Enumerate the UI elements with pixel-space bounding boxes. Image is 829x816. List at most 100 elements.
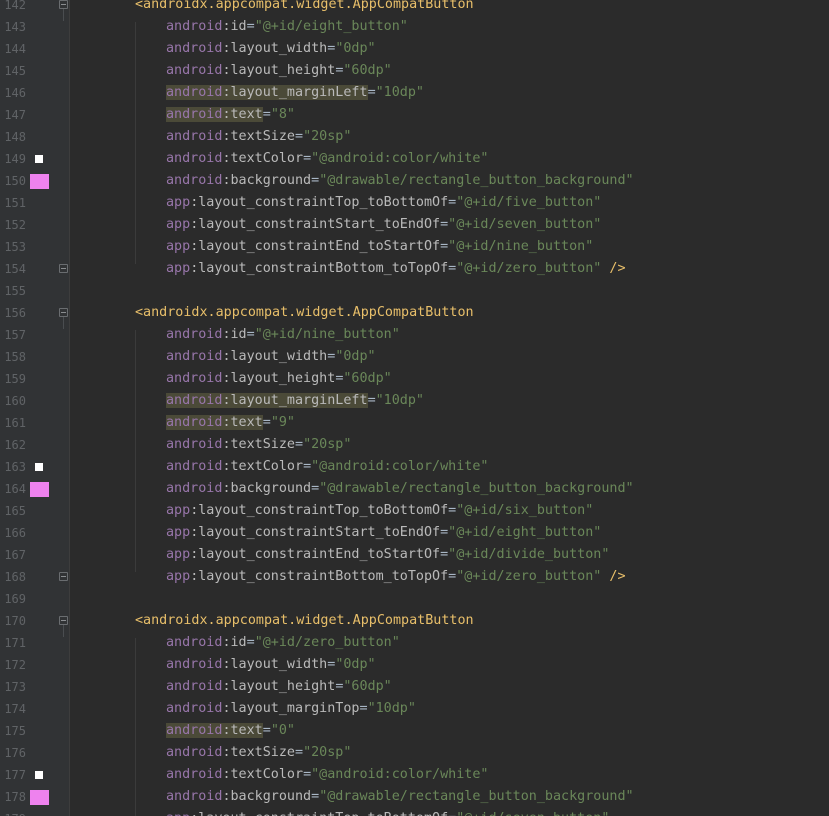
code-text: android:text="0": [166, 720, 295, 742]
line-number: 156: [4, 306, 26, 320]
code-line[interactable]: 165 app:layout_constraintTop_toBottomOf="…: [0, 500, 829, 522]
code-token: =: [311, 481, 320, 496]
color-swatch-icon[interactable]: [30, 482, 49, 497]
code-line[interactable]: 143 android:id="@+id/eight_button": [0, 16, 829, 38]
code-token: app: [166, 261, 191, 276]
fold-collapse-icon[interactable]: [59, 308, 68, 329]
code-line[interactable]: 147 android:text="8": [0, 104, 829, 126]
code-token: android: [166, 657, 223, 672]
fold-collapse-icon[interactable]: [59, 0, 68, 21]
line-number: 146: [4, 86, 26, 100]
code-line[interactable]: 169: [0, 588, 829, 610]
code-line[interactable]: 148 android:textSize="20sp": [0, 126, 829, 148]
fold-end-icon[interactable]: [59, 264, 68, 273]
color-swatch-icon[interactable]: [35, 155, 43, 163]
code-token: "0dp": [335, 657, 376, 672]
code-token: "@drawable/rectangle_button_background": [319, 173, 634, 188]
code-line[interactable]: 173 android:layout_height="60dp": [0, 676, 829, 698]
code-token: android: [166, 107, 223, 122]
code-token: =: [246, 19, 255, 34]
code-line[interactable]: 144 android:layout_width="0dp": [0, 38, 829, 60]
code-token: :layout_constraintTop_toBottomOf: [190, 503, 449, 518]
color-swatch-icon[interactable]: [35, 463, 43, 471]
code-line[interactable]: 167 app:layout_constraintEnd_toStartOf="@…: [0, 544, 829, 566]
code-token: android: [166, 19, 223, 34]
color-swatch-icon[interactable]: [30, 174, 49, 189]
line-number: 159: [4, 372, 26, 386]
code-token: android: [166, 679, 223, 694]
code-token: "@android:color/white": [311, 459, 489, 474]
code-text: android:layout_marginLeft="10dp": [166, 82, 424, 104]
code-line[interactable]: 161 android:text="9": [0, 412, 829, 434]
code-token: <androidx.appcompat.widget.AppCompatButt…: [135, 305, 474, 320]
code-line[interactable]: 159 android:layout_height="60dp": [0, 368, 829, 390]
code-line[interactable]: 179 app:layout_constraintTop_toBottomOf="…: [0, 808, 829, 816]
code-line[interactable]: 158 android:layout_width="0dp": [0, 346, 829, 368]
code-token: :layout_constraintStart_toEndOf: [190, 525, 441, 540]
code-line[interactable]: 164 android:background="@drawable/rectang…: [0, 478, 829, 500]
line-number: 164: [4, 482, 26, 496]
line-number: 166: [4, 526, 26, 540]
code-line[interactable]: 174 android:layout_marginTop="10dp": [0, 698, 829, 720]
code-line[interactable]: 146 android:layout_marginLeft="10dp": [0, 82, 829, 104]
code-line[interactable]: 166 app:layout_constraintStart_toEndOf="@…: [0, 522, 829, 544]
code-token: android: [166, 723, 223, 738]
code-line[interactable]: 175 android:text="0": [0, 720, 829, 742]
code-token: "0dp": [335, 349, 376, 364]
code-token: =: [311, 173, 320, 188]
code-line[interactable]: 152 app:layout_constraintStart_toEndOf="@…: [0, 214, 829, 236]
code-token: android: [166, 481, 223, 496]
code-line[interactable]: 153 app:layout_constraintEnd_toStartOf="@…: [0, 236, 829, 258]
line-number: 147: [4, 108, 26, 122]
code-line[interactable]: 177 android:textColor="@android:color/whi…: [0, 764, 829, 786]
code-line[interactable]: 156 <androidx.appcompat.widget.AppCompatB…: [0, 302, 829, 329]
code-line[interactable]: 168 app:layout_constraintBottom_toTopOf="…: [0, 566, 829, 588]
code-line[interactable]: 142 <androidx.appcompat.widget.AppCompatB…: [0, 0, 829, 21]
code-token: android: [166, 41, 223, 56]
code-text: android:id="@+id/eight_button": [166, 16, 408, 38]
code-token: android: [166, 129, 223, 144]
code-editor[interactable]: 142 <androidx.appcompat.widget.AppCompatB…: [0, 0, 829, 816]
code-line[interactable]: 157 android:id="@+id/nine_button": [0, 324, 829, 346]
code-line[interactable]: 176 android:textSize="20sp": [0, 742, 829, 764]
code-line[interactable]: 160 android:layout_marginLeft="10dp": [0, 390, 829, 412]
code-line[interactable]: 150 android:background="@drawable/rectang…: [0, 170, 829, 192]
line-number: 171: [4, 636, 26, 650]
code-token: android: [166, 371, 223, 386]
line-number: 157: [4, 328, 26, 342]
code-token: "@+id/seven_button": [448, 217, 602, 232]
fold-collapse-icon[interactable]: [59, 616, 68, 637]
line-number: 174: [4, 702, 26, 716]
code-text: android:id="@+id/zero_button": [166, 632, 400, 654]
code-line[interactable]: 155: [0, 280, 829, 302]
line-number: 152: [4, 218, 26, 232]
code-line[interactable]: 149 android:textColor="@android:color/whi…: [0, 148, 829, 170]
code-token: android: [166, 789, 223, 804]
code-token: "20sp": [303, 129, 352, 144]
code-line[interactable]: 171 android:id="@+id/zero_button": [0, 632, 829, 654]
code-token: android: [166, 393, 223, 408]
color-swatch-icon[interactable]: [30, 790, 49, 805]
code-token: "10dp": [375, 85, 424, 100]
code-line[interactable]: 154 app:layout_constraintBottom_toTopOf="…: [0, 258, 829, 280]
code-line[interactable]: 145 android:layout_height="60dp": [0, 60, 829, 82]
code-line[interactable]: 163 android:textColor="@android:color/whi…: [0, 456, 829, 478]
fold-end-icon[interactable]: [59, 572, 68, 581]
code-text: android:textColor="@android:color/white": [166, 456, 489, 478]
code-token: =: [246, 327, 255, 342]
code-line[interactable]: 162 android:textSize="20sp": [0, 434, 829, 456]
code-token: :background: [222, 789, 312, 804]
code-token: =: [262, 415, 271, 430]
code-token: android: [166, 173, 223, 188]
line-number: 158: [4, 350, 26, 364]
code-token: :layout_constraintEnd_toStartOf: [190, 547, 441, 562]
code-token: :textColor: [222, 151, 304, 166]
code-line[interactable]: 178 android:background="@drawable/rectang…: [0, 786, 829, 808]
code-line[interactable]: 151 app:layout_constraintTop_toBottomOf="…: [0, 192, 829, 214]
color-swatch-icon[interactable]: [35, 771, 43, 779]
code-line[interactable]: 172 android:layout_width="0dp": [0, 654, 829, 676]
line-number: 142: [4, 0, 26, 12]
code-line[interactable]: 170 <androidx.appcompat.widget.AppCompatB…: [0, 610, 829, 637]
code-token: app: [166, 239, 191, 254]
line-number: 165: [4, 504, 26, 518]
